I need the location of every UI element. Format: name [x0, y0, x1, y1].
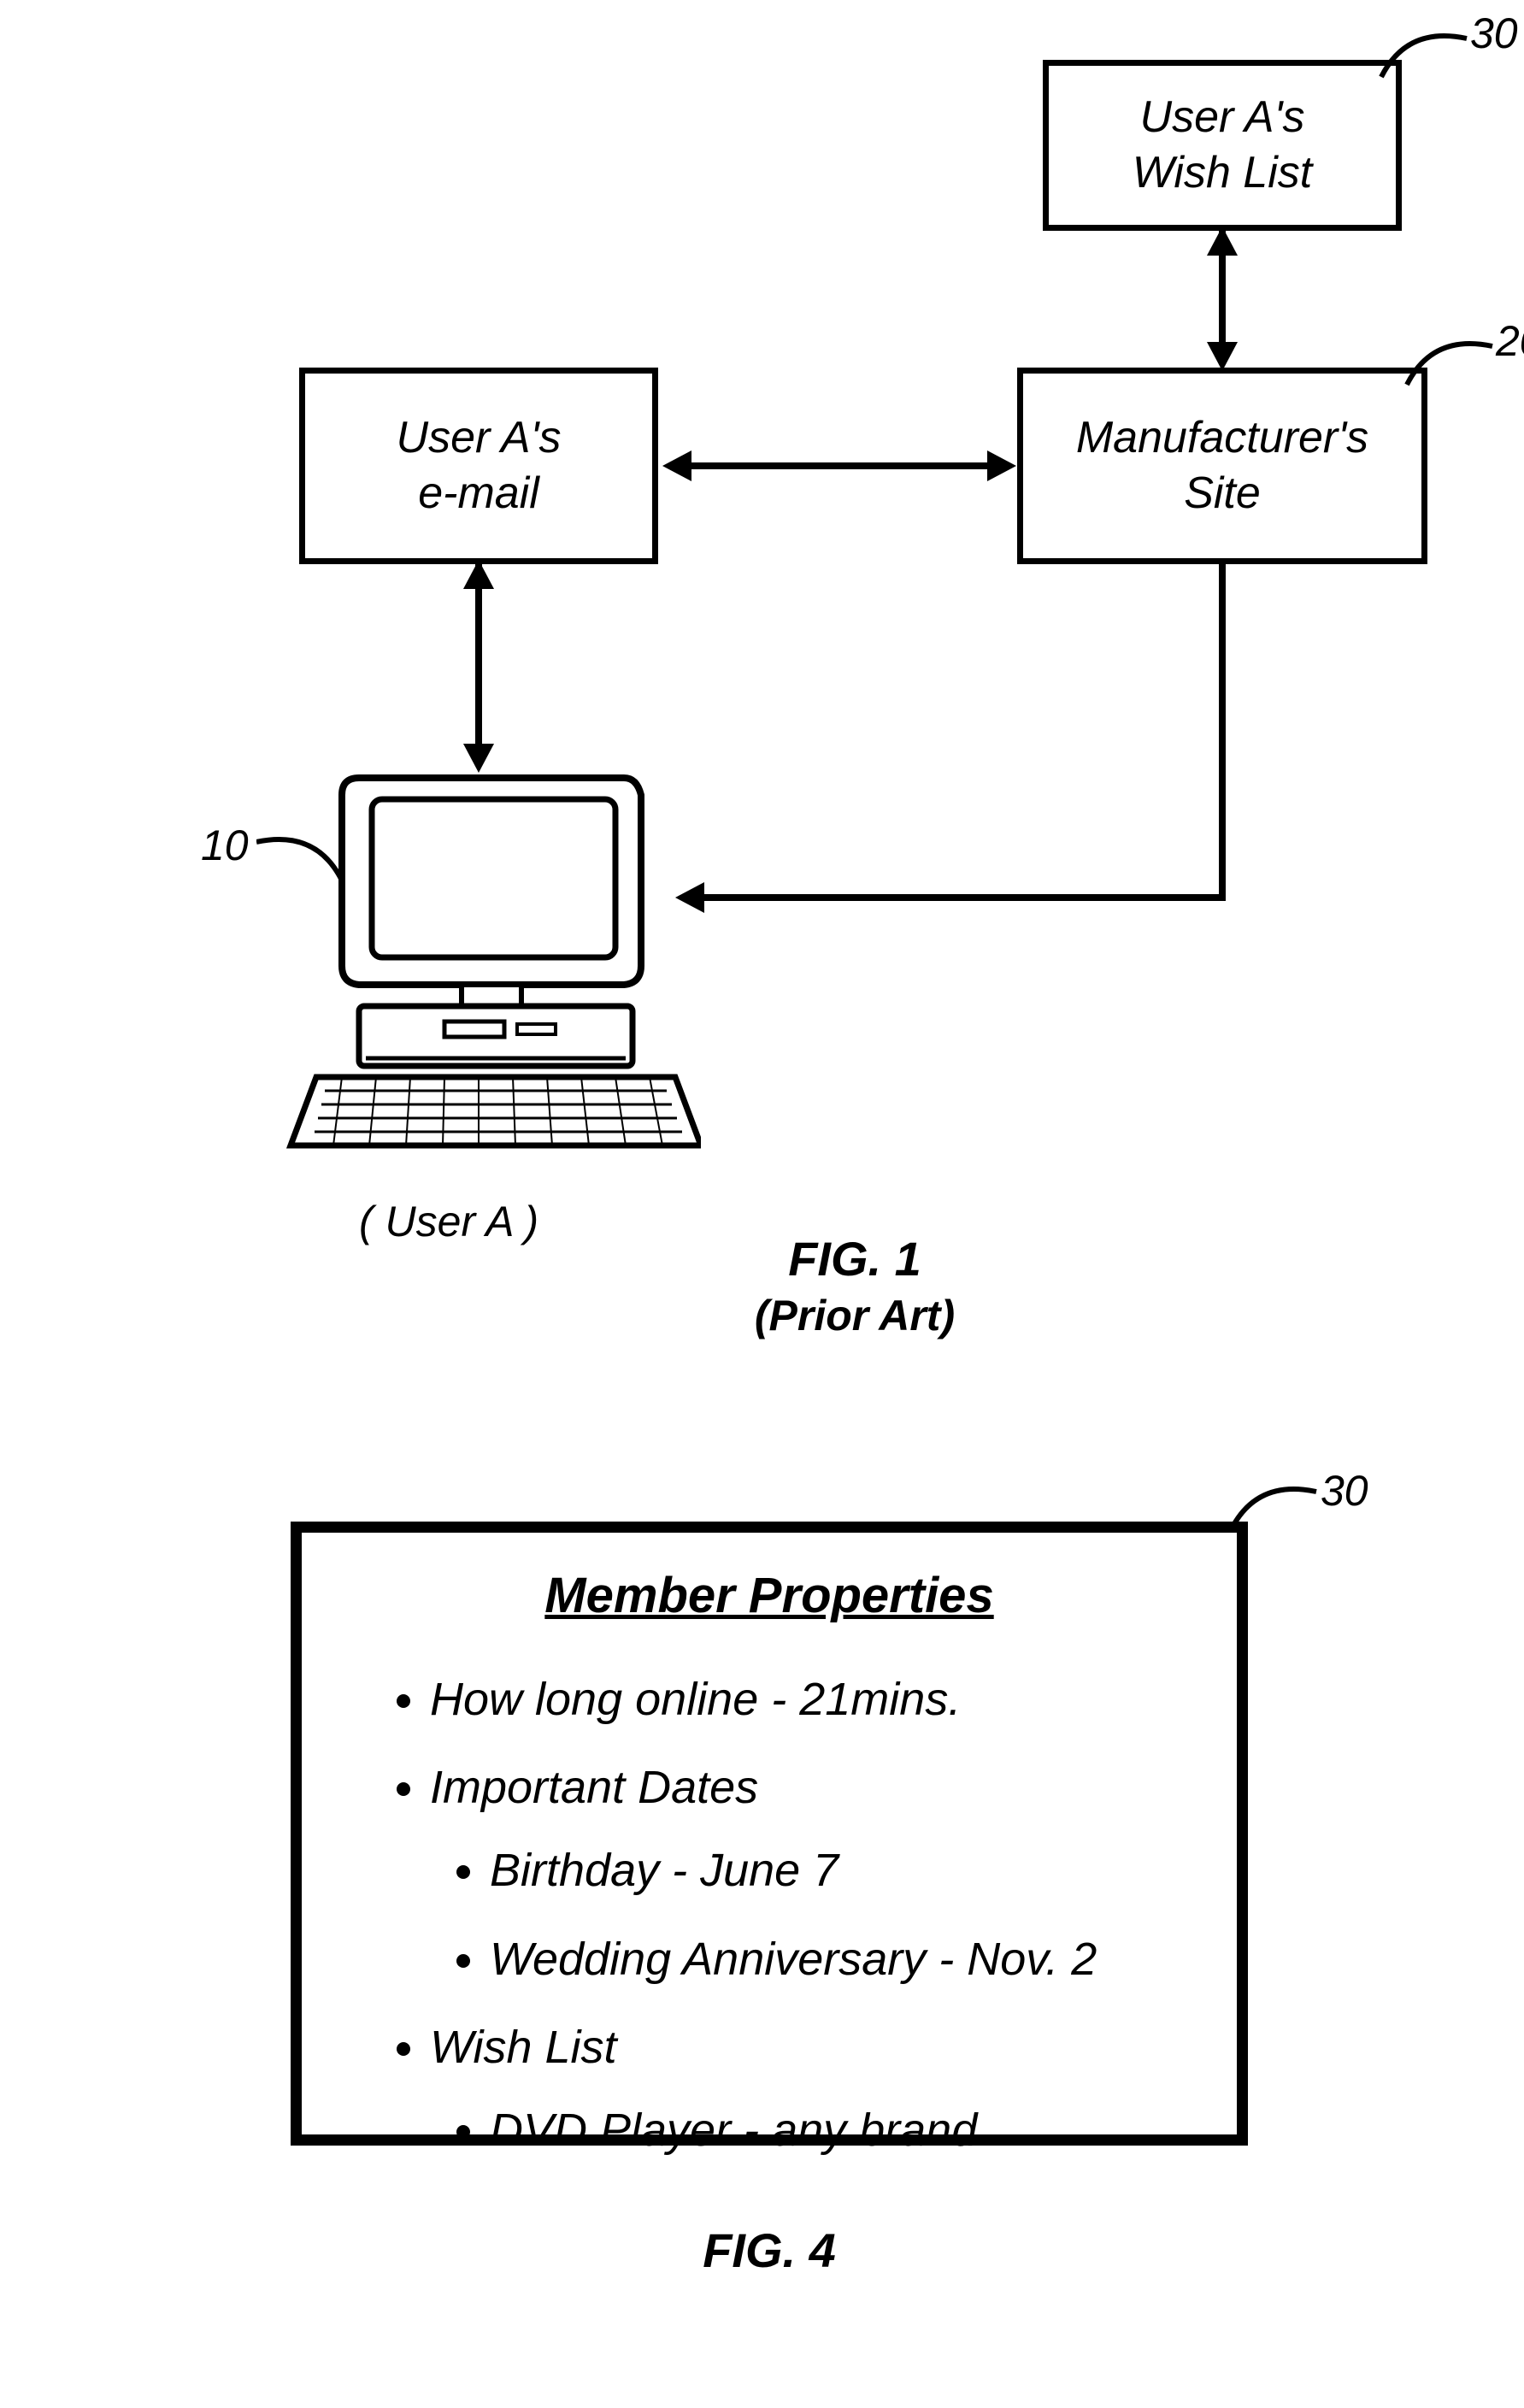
mp-wishlist-item-0: DVD Player - any brand [490, 2089, 1203, 2172]
wishlist-box: User A's Wish List [1043, 60, 1402, 231]
arrow-wish-mfg-head-up [1207, 227, 1238, 256]
ref-label-10: 10 [201, 821, 249, 870]
arrow-email-mfg-head-left [662, 450, 691, 481]
member-properties-list: How long online - 21mins. Important Date… [302, 1658, 1237, 2172]
wishlist-box-label: User A's Wish List [1133, 90, 1312, 201]
mp-date-anniversary: Wedding Anniversary - Nov. 2 [490, 1918, 1203, 2001]
mp-item-dates: Important Dates Birthday - June 7 Weddin… [430, 1746, 1203, 2001]
arrow-wish-mfg-head-down [1207, 342, 1238, 371]
ref-label-20: 20 [1496, 316, 1524, 366]
arrow-mfg-user-hline [701, 894, 1226, 901]
ref-label-30: 30 [1470, 9, 1518, 58]
manufacturer-box-label: Manufacturer's Site [1076, 410, 1368, 521]
ref-leader-30-fig4 [1222, 1470, 1325, 1539]
ref-leader-20 [1398, 325, 1501, 393]
email-box: User A's e-mail [299, 368, 658, 564]
page: User A's Wish List 30 Manufacturer's Sit… [0, 0, 1524, 2408]
member-properties-panel: Member Properties How long online - 21mi… [291, 1522, 1248, 2146]
mp-wishlist-label: Wish List [430, 2022, 617, 2073]
email-box-label: User A's e-mail [397, 410, 562, 521]
member-properties-title: Member Properties [302, 1567, 1237, 1624]
arrow-email-mfg-line [684, 462, 991, 469]
fig1-caption: FIG. 1 [684, 1231, 1026, 1286]
fig1-subcaption: (Prior Art) [684, 1291, 1026, 1340]
manufacturer-box: Manufacturer's Site [1017, 368, 1427, 564]
ref-label-30-fig4: 30 [1321, 1466, 1368, 1516]
arrow-email-user-line [475, 564, 482, 752]
mp-item-dates-label: Important Dates [430, 1762, 758, 1813]
ref-leader-30 [1373, 17, 1475, 85]
arrow-email-user-head-up [463, 560, 494, 589]
user-a-label: ( User A ) [359, 1197, 538, 1246]
arrow-email-user-head-down [463, 744, 494, 773]
mp-date-birthday: Birthday - June 7 [490, 1829, 1203, 1912]
mp-item-wishlist: Wish List DVD Player - any brand [430, 2006, 1203, 2172]
fig4-caption: FIG. 4 [598, 2223, 940, 2278]
arrow-mfg-user-vline [1219, 564, 1226, 898]
mp-item-online: How long online - 21mins. [430, 1658, 1203, 1741]
arrow-email-mfg-head-right [987, 450, 1016, 481]
ref-leader-10 [256, 821, 350, 889]
